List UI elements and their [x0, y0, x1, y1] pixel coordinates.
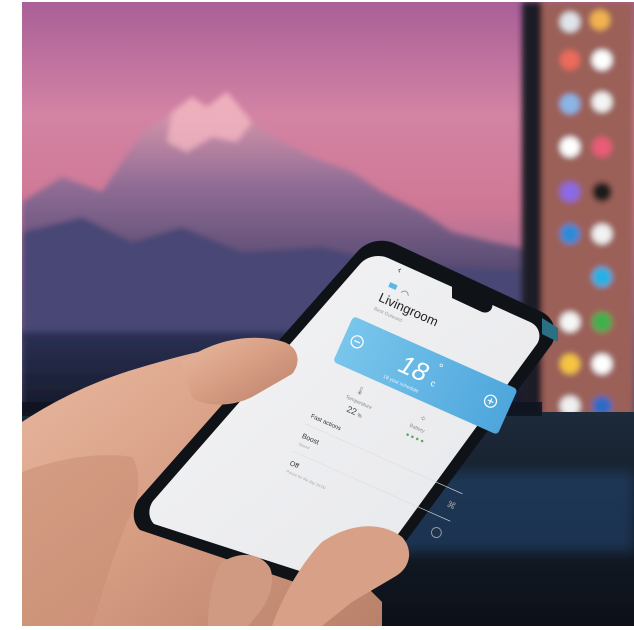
photo-scene: ‹ Livingroom Best Outward 18 ° c 18 your… [0, 0, 634, 630]
monitor-right [522, 2, 634, 472]
background-photo: ‹ Livingroom Best Outward 18 ° c 18 your… [22, 2, 634, 626]
